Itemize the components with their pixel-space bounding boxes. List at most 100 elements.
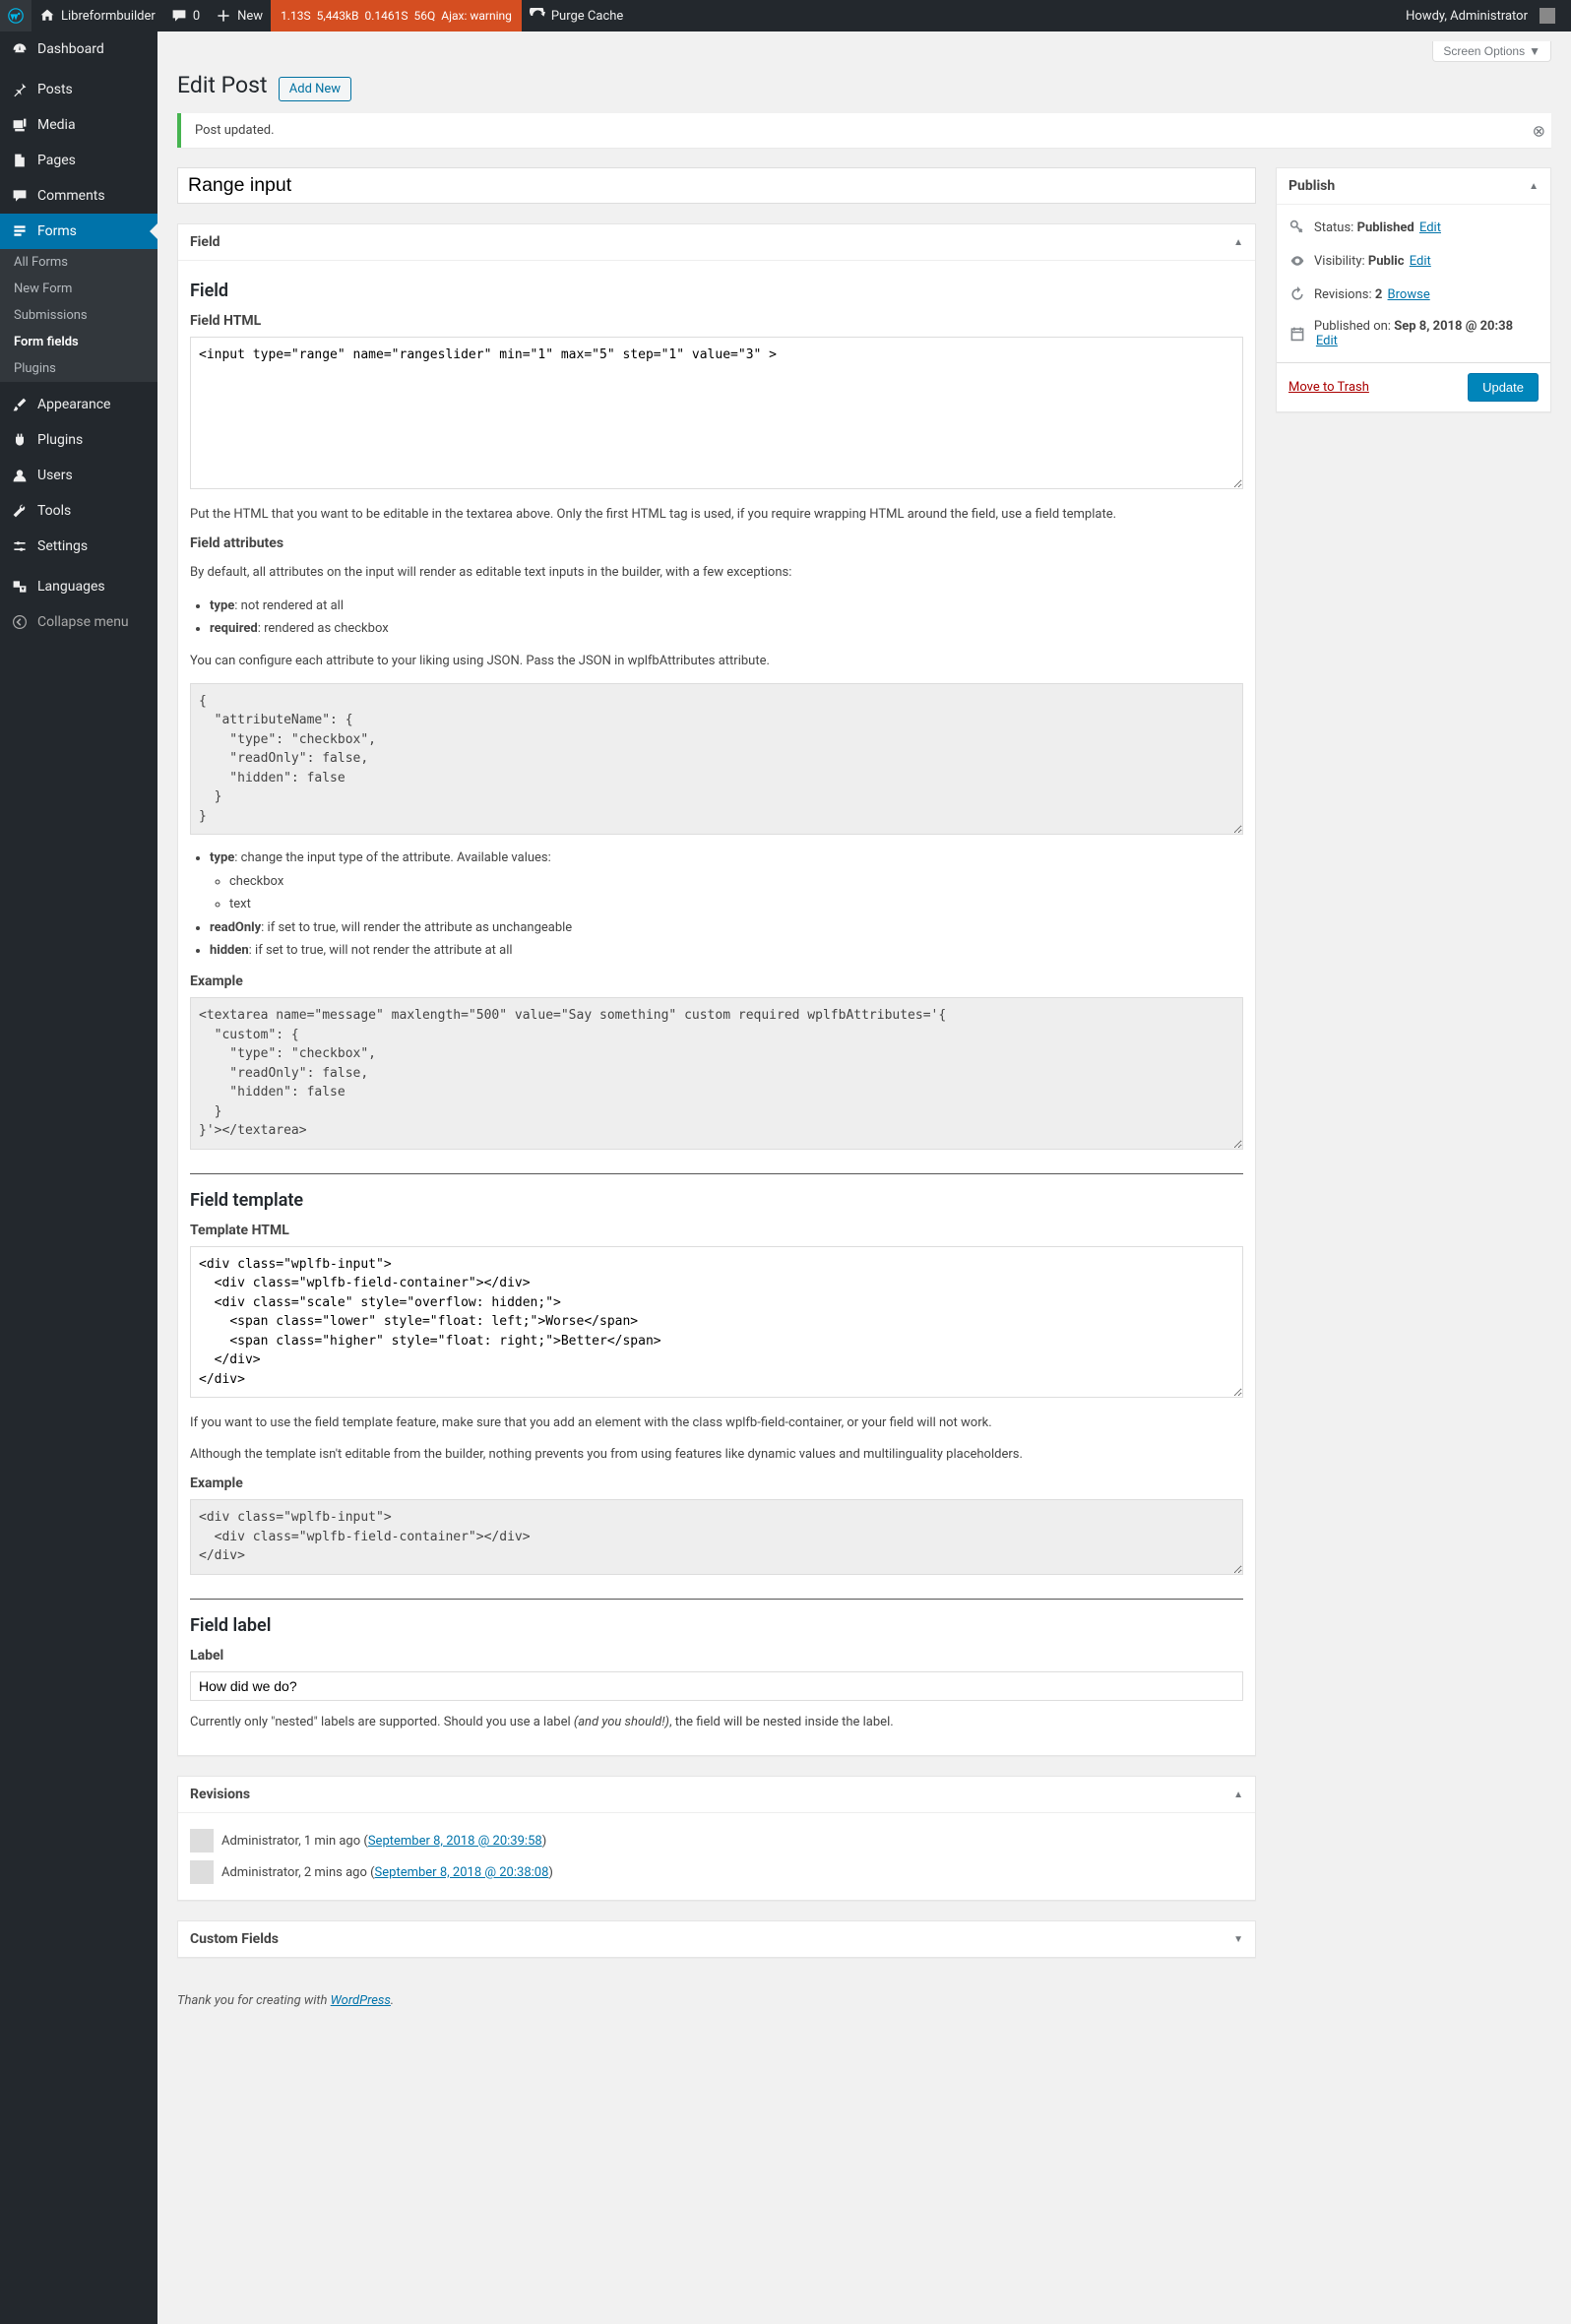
submenu-all-forms[interactable]: All Forms — [0, 249, 157, 276]
label-input[interactable] — [190, 1671, 1243, 1701]
wordpress-link[interactable]: WordPress — [331, 1993, 391, 2008]
menu-label: Collapse menu — [37, 614, 129, 630]
calendar-icon — [1288, 325, 1306, 343]
field-metabox: Field▲ Field Field HTML <input type="ran… — [177, 223, 1256, 1756]
move-to-trash-link[interactable]: Move to Trash — [1288, 380, 1369, 395]
languages-icon — [10, 577, 30, 597]
sliders-icon — [10, 536, 30, 556]
home-icon — [39, 8, 55, 24]
attr-readonly-note: readOnly: if set to true, will render th… — [210, 916, 1243, 939]
menu-settings[interactable]: Settings — [0, 529, 157, 564]
revision-link[interactable]: September 8, 2018 @ 20:39:58 — [368, 1834, 542, 1849]
qm-time: 1.13S — [281, 9, 311, 23]
menu-label: Languages — [37, 579, 105, 595]
field-attributes-heading: Field attributes — [190, 535, 1243, 551]
revisions-metabox-header[interactable]: Revisions ▲ — [178, 1777, 1255, 1813]
edit-date-link[interactable]: Edit — [1316, 334, 1338, 348]
menu-collapse[interactable]: Collapse menu — [0, 604, 157, 640]
backup-icon — [1288, 285, 1306, 303]
page-title: Edit Post — [177, 72, 268, 98]
comment-icon — [171, 8, 187, 24]
publish-metabox-title: Publish — [1288, 178, 1335, 194]
new-label: New — [237, 9, 263, 24]
menu-languages[interactable]: Languages — [0, 569, 157, 604]
form-icon — [10, 221, 30, 241]
label-section-heading: Field label — [190, 1615, 1243, 1636]
attr-required-note: required: rendered as checkbox — [210, 617, 1243, 640]
qm-dbtime: 0.1461S — [365, 9, 408, 23]
template-html-textarea[interactable]: <div class="wplfb-input"> <div class="wp… — [190, 1246, 1243, 1399]
menu-plugins[interactable]: Plugins — [0, 422, 157, 458]
revisions-metabox-title: Revisions — [190, 1787, 250, 1802]
menu-pages[interactable]: Pages — [0, 143, 157, 178]
menu-users[interactable]: Users — [0, 458, 157, 493]
chevron-up-icon[interactable]: ▲ — [1233, 237, 1243, 248]
media-icon — [10, 115, 30, 135]
label-description: Currently only "nested" labels are suppo… — [190, 1713, 1243, 1732]
revision-link[interactable]: September 8, 2018 @ 20:38:08 — [375, 1865, 549, 1880]
submenu-form-fields[interactable]: Form fields — [0, 329, 157, 355]
submenu-plugins[interactable]: Plugins — [0, 355, 157, 382]
update-button[interactable]: Update — [1468, 373, 1539, 402]
menu-label: Plugins — [37, 432, 83, 448]
example-code: <textarea name="message" maxlength="500"… — [190, 997, 1243, 1150]
notice-text: Post updated. — [195, 123, 275, 138]
menu-comments[interactable]: Comments — [0, 178, 157, 214]
account-link[interactable]: Howdy, Administrator — [1398, 0, 1563, 31]
template-html-label: Template HTML — [190, 1223, 1243, 1238]
qm-ajax: Ajax: warning — [441, 9, 512, 23]
collapse-icon — [10, 612, 30, 632]
menu-appearance[interactable]: Appearance — [0, 387, 157, 422]
revisions-metabox: Revisions▲ Administrator, 1 min ago (Sep… — [177, 1776, 1256, 1901]
menu-label: Media — [37, 117, 76, 133]
plus-icon — [216, 8, 231, 24]
visibility-icon — [1288, 252, 1306, 270]
avatar — [190, 1860, 214, 1884]
custom-fields-metabox: Custom Fields▼ — [177, 1920, 1256, 1958]
publish-revisions-row: Revisions: 2 Browse — [1277, 278, 1550, 311]
comments-link[interactable]: 0 — [163, 0, 208, 31]
field-html-textarea[interactable]: <input type="range" name="rangeslider" m… — [190, 337, 1243, 489]
publish-metabox-header[interactable]: Publish ▲ — [1277, 168, 1550, 205]
menu-label: Forms — [37, 223, 77, 239]
field-metabox-header[interactable]: Field▲ — [178, 224, 1255, 261]
menu-tools[interactable]: Tools — [0, 493, 157, 529]
custom-fields-header[interactable]: Custom Fields▼ — [178, 1921, 1255, 1957]
dismiss-notice-button[interactable]: ⊗ — [1533, 121, 1545, 140]
menu-media[interactable]: Media — [0, 107, 157, 143]
attr-value-checkbox: checkbox — [229, 870, 1243, 893]
new-content-link[interactable]: New — [208, 0, 271, 31]
post-title-input[interactable] — [177, 167, 1256, 204]
screen-options-label: Screen Options — [1443, 44, 1525, 58]
menu-label: Pages — [37, 153, 76, 168]
chevron-up-icon[interactable]: ▲ — [1529, 181, 1539, 192]
wrench-icon — [10, 501, 30, 521]
chevron-up-icon[interactable]: ▲ — [1233, 1790, 1243, 1800]
submenu-submissions[interactable]: Submissions — [0, 302, 157, 329]
submenu-new-form[interactable]: New Form — [0, 276, 157, 302]
template-description-2: Although the template isn't editable fro… — [190, 1445, 1243, 1465]
site-name-link[interactable]: Libreformbuilder — [31, 0, 163, 31]
add-new-button[interactable]: Add New — [279, 77, 351, 101]
menu-dashboard[interactable]: Dashboard — [0, 31, 157, 67]
menu-label: Users — [37, 468, 73, 483]
attr-json-description: You can configure each attribute to your… — [190, 652, 1243, 671]
browse-revisions-link[interactable]: Browse — [1388, 287, 1430, 302]
edit-visibility-link[interactable]: Edit — [1410, 254, 1431, 269]
screen-options-button[interactable]: Screen Options ▼ — [1432, 41, 1551, 62]
wp-logo[interactable] — [0, 0, 31, 31]
qm-queries: 56Q — [414, 9, 436, 23]
menu-forms[interactable]: Forms — [0, 214, 157, 249]
menu-label: Tools — [37, 503, 71, 519]
chevron-down-icon[interactable]: ▼ — [1233, 1934, 1243, 1945]
admin-bar: Libreformbuilder 0 New 1.13S 5,443kB 0.1… — [0, 0, 1571, 31]
purge-cache-link[interactable]: Purge Cache — [522, 0, 631, 31]
comments-count: 0 — [193, 9, 200, 24]
edit-status-link[interactable]: Edit — [1419, 220, 1441, 235]
footer-thanks: Thank you for creating with WordPress. — [177, 1993, 1256, 2008]
query-monitor[interactable]: 1.13S 5,443kB 0.1461S 56Q Ajax: warning — [271, 0, 522, 31]
menu-label: Dashboard — [37, 41, 104, 57]
wordpress-icon — [8, 8, 24, 24]
template-description-1: If you want to use the field template fe… — [190, 1413, 1243, 1433]
menu-posts[interactable]: Posts — [0, 72, 157, 107]
